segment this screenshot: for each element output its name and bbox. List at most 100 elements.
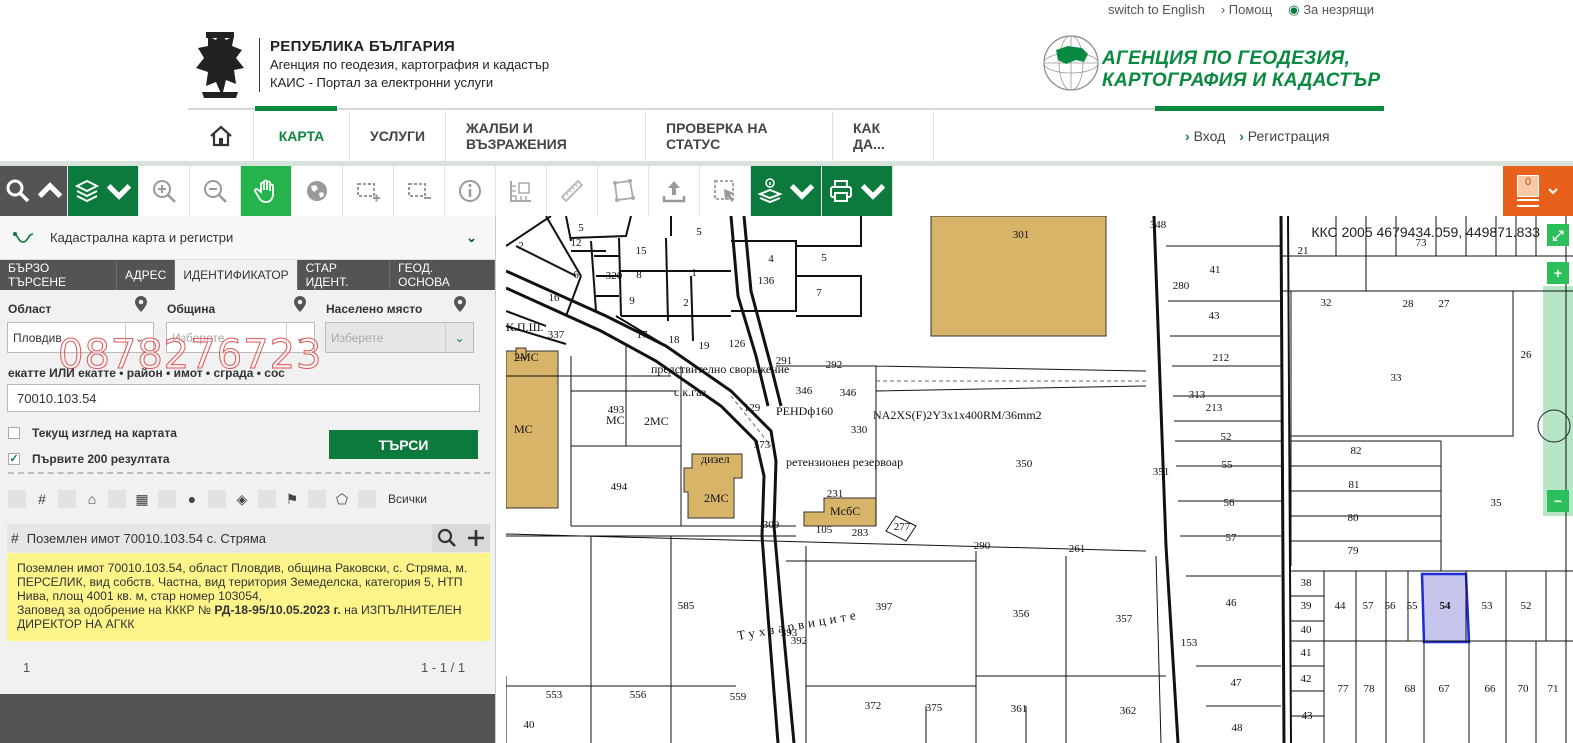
- nav-map[interactable]: КАРТА: [254, 111, 350, 161]
- zoom-in-button[interactable]: [139, 166, 190, 216]
- help-label: Помощ: [1228, 2, 1273, 17]
- parcel-grid-icon: #: [11, 530, 19, 546]
- measure-grid-button[interactable]: [496, 166, 547, 216]
- main-nav: КАРТА УСЛУГИ ЖАЛБИ И ВЪЗРАЖЕНИЯ ПРОВЕРКА…: [188, 111, 934, 161]
- nav-status-check[interactable]: ПРОВЕРКА НА СТАТУС: [646, 111, 833, 161]
- cart-menu-button[interactable]: 0: [1503, 166, 1573, 216]
- parcel-number-label: 280: [1173, 280, 1190, 292]
- print-button[interactable]: [822, 166, 893, 216]
- filter-checkbox[interactable]: [208, 490, 226, 508]
- pan-button[interactable]: [241, 166, 292, 216]
- login-link[interactable]: Вход: [1185, 128, 1226, 144]
- parcel-number-label: 136: [758, 275, 775, 287]
- visually-impaired-link[interactable]: ◉ За незрящи: [1288, 2, 1374, 18]
- parcel-number-label: 17: [637, 329, 649, 341]
- filter-checkbox[interactable]: [108, 490, 126, 508]
- result-header[interactable]: # Поземлен имот 70010.103.54 с. Стряма: [7, 524, 490, 552]
- home-button[interactable]: [188, 111, 254, 161]
- filter-checkbox[interactable]: [158, 490, 176, 508]
- checkmark-icon[interactable]: ✓: [8, 453, 20, 465]
- parcel-number-label: 559: [730, 691, 747, 703]
- add-rect-button[interactable]: [343, 166, 394, 216]
- parcel-number-label: 375: [926, 702, 943, 714]
- parcel-number-label: 337: [548, 329, 565, 341]
- map-annotation-label: с.к.газ: [674, 385, 706, 399]
- building-icon: ⌂: [87, 491, 97, 507]
- panel-splitter[interactable]: [495, 216, 506, 743]
- remove-rect-button[interactable]: [394, 166, 445, 216]
- eye-icon: ◉: [1288, 2, 1300, 17]
- map-canvas[interactable]: 25125156 320 8 14 5136716 9 2337 17 18 19 126291 29…: [506, 216, 1573, 743]
- nav-complaints[interactable]: ЖАЛБИ И ВЪЗРАЖЕНИЯ: [446, 111, 646, 161]
- parcel-number-label: 556: [630, 689, 647, 701]
- search-button[interactable]: ТЪРСИ: [329, 430, 478, 459]
- layers-tool-button[interactable]: [68, 166, 139, 216]
- settlement-map-pin-icon[interactable]: [454, 296, 466, 312]
- parcel-number-label: 68: [1405, 683, 1417, 695]
- tab-identifier[interactable]: ИДЕНТИФИКАТОР: [175, 260, 298, 290]
- filter-checkbox[interactable]: [258, 490, 276, 508]
- parcel-number-label: 43: [1209, 310, 1221, 322]
- ekatte-input[interactable]: 70010.103.54: [7, 384, 480, 412]
- region-map-pin-icon[interactable]: [135, 296, 147, 312]
- checkbox-unchecked[interactable]: [8, 427, 20, 439]
- select-button[interactable]: [700, 166, 751, 216]
- cadastral-map[interactable]: 2 5 12 5 15 6 320 8 1 4 5 136 7 16 9 2 337 17 18 19 126 291 29…: [506, 216, 1573, 743]
- zoom-out-button[interactable]: [190, 166, 241, 216]
- tab-address[interactable]: АДРЕС: [117, 260, 176, 290]
- first200-checkbox[interactable]: ✓ Първите 200 резултата: [8, 452, 170, 466]
- municipality-label: Община: [167, 302, 216, 316]
- ruler-button[interactable]: [547, 166, 598, 216]
- filter-checkbox[interactable]: [58, 490, 76, 508]
- panel-header[interactable]: Кадастрална карта и регистри ⌄: [0, 216, 495, 260]
- map-annotation-label: ретензионен резервоар: [786, 455, 903, 469]
- chevron-down-icon: [106, 183, 132, 200]
- municipality-map-pin-icon[interactable]: [294, 296, 306, 312]
- parcel-number-label: 585: [678, 600, 695, 612]
- filter-checkbox[interactable]: [8, 490, 26, 508]
- chevron-down-icon: ⌄: [445, 323, 473, 352]
- help-link[interactable]: › Помощ: [1221, 2, 1272, 18]
- globe-button[interactable]: [292, 166, 343, 216]
- first200-label: Първите 200 резултата: [32, 452, 170, 466]
- tab-old-identifier[interactable]: СТАР ИДЕНТ.: [298, 260, 391, 290]
- upload-button[interactable]: [649, 166, 700, 216]
- polygon-button[interactable]: [598, 166, 649, 216]
- agency-name-line2: КАРТОГРАФИЯ И КАДАСТЪР: [1102, 70, 1381, 91]
- add-result-button[interactable]: [461, 524, 490, 552]
- parcel-number-label: 320: [606, 270, 623, 282]
- parcel-number-label: 67: [1439, 683, 1451, 695]
- auth-links: Вход Регистрация: [1185, 128, 1330, 144]
- map-annotation-label: 2МС: [514, 350, 539, 364]
- map-zoom-out-button[interactable]: −: [1547, 490, 1569, 512]
- nav-services[interactable]: УСЛУГИ: [350, 111, 446, 161]
- search-tool-button[interactable]: [0, 166, 68, 216]
- zoom-to-result-button[interactable]: [432, 524, 461, 552]
- settlement-select[interactable]: Изберете ⌄: [325, 322, 474, 353]
- filter-checkbox[interactable]: [358, 490, 376, 508]
- map-annotation-label: 2МС: [644, 414, 669, 428]
- tab-geodetic-base[interactable]: ГЕОД. ОСНОВА: [390, 260, 496, 290]
- search-icon: [6, 179, 29, 203]
- map-annotation-label: дизел: [701, 452, 730, 466]
- ruler-icon: [560, 179, 584, 203]
- coordinates-readout: ККС 2005 4679434.059, 449871.833: [1311, 224, 1540, 240]
- region-select-value: Пловдив: [13, 330, 62, 345]
- parcel-number-label: 231: [827, 488, 844, 500]
- current-view-checkbox[interactable]: Текущ изглед на картата: [8, 426, 177, 440]
- menu-lines-icon: [1517, 199, 1539, 207]
- register-link[interactable]: Регистрация: [1239, 128, 1330, 144]
- identify-layers-button[interactable]: [751, 166, 822, 216]
- fullscreen-button[interactable]: ⤢: [1547, 224, 1569, 246]
- map-annotation-label: МС: [514, 422, 533, 436]
- parcel-number-label: 40: [1301, 624, 1313, 636]
- current-view-label: Текущ изглед на картата: [32, 426, 177, 440]
- switch-english-link[interactable]: switch to English: [1108, 2, 1205, 18]
- info-button[interactable]: [445, 166, 496, 216]
- parcel-number-label: 153: [1181, 637, 1198, 649]
- nav-how-to[interactable]: КАК ДА...: [833, 111, 934, 161]
- map-zoom-in-button[interactable]: +: [1547, 262, 1569, 284]
- tab-quick-search[interactable]: БЪРЗО ТЪРСЕНЕ: [0, 260, 118, 290]
- filter-checkbox[interactable]: [308, 490, 326, 508]
- page-number[interactable]: 1: [23, 660, 30, 675]
